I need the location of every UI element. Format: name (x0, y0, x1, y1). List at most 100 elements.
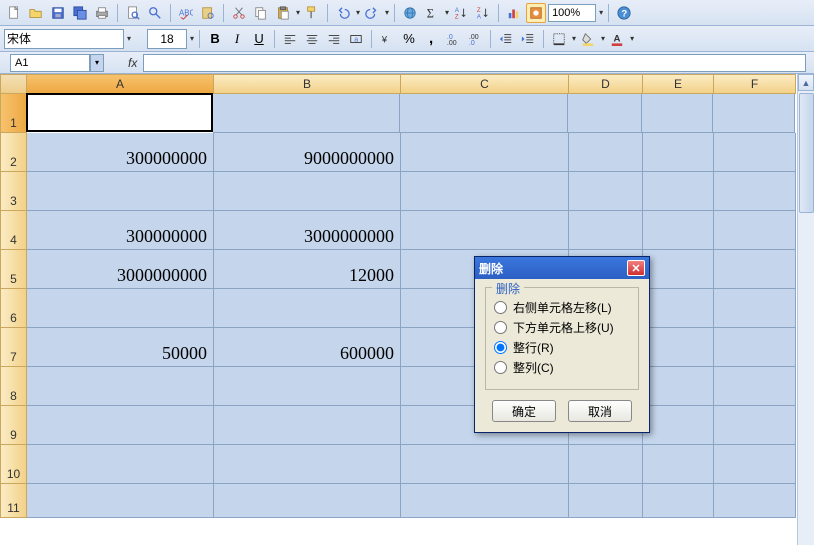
italic-icon[interactable]: I (227, 29, 247, 49)
row-header-7[interactable]: 7 (0, 328, 27, 367)
col-header-F[interactable]: F (714, 74, 796, 94)
cut-icon[interactable] (229, 3, 249, 23)
drawing-icon[interactable] (526, 3, 546, 23)
borders-dropdown[interactable]: ▾ (572, 34, 576, 43)
cell-F11[interactable] (714, 484, 796, 518)
cell-C1[interactable] (400, 94, 568, 133)
cell-F10[interactable] (714, 445, 796, 484)
hyperlink-icon[interactable] (400, 3, 420, 23)
radio-shift-left[interactable]: 右侧单元格左移(L) (494, 299, 630, 316)
cell-A11[interactable] (27, 484, 214, 518)
percent-icon[interactable]: % (399, 29, 419, 49)
scroll-thumb[interactable] (799, 93, 814, 213)
font-size-select[interactable] (147, 29, 187, 49)
save-icon[interactable] (48, 3, 68, 23)
row-header-5[interactable]: 5 (0, 250, 27, 289)
cell-D3[interactable] (569, 172, 643, 211)
cell-E2[interactable] (643, 133, 714, 172)
radio-entire-col-input[interactable] (494, 361, 507, 374)
cell-F8[interactable] (714, 367, 796, 406)
radio-shift-up[interactable]: 下方单元格上移(U) (494, 319, 630, 336)
comma-icon[interactable]: , (421, 29, 441, 49)
name-box[interactable]: A1 (10, 54, 90, 72)
cell-B2[interactable]: 9000000000 (214, 133, 401, 172)
paste-dropdown[interactable]: ▾ (296, 8, 300, 17)
copy-icon[interactable] (251, 3, 271, 23)
row-header-11[interactable]: 11 (0, 484, 27, 518)
cell-A4[interactable]: 300000000 (27, 211, 214, 250)
autosum-icon[interactable]: Σ (422, 3, 442, 23)
font-color-icon[interactable]: A (607, 29, 627, 49)
col-header-E[interactable]: E (643, 74, 714, 94)
cell-F2[interactable] (714, 133, 796, 172)
align-center-icon[interactable] (302, 29, 322, 49)
currency-icon[interactable]: ¥ (377, 29, 397, 49)
zoom-dropdown[interactable]: ▾ (599, 8, 603, 17)
align-left-icon[interactable] (280, 29, 300, 49)
cell-A2[interactable]: 300000000 (27, 133, 214, 172)
fx-icon[interactable]: fx (128, 56, 137, 70)
redo-dropdown[interactable]: ▾ (385, 8, 389, 17)
sort-asc-icon[interactable]: AZ (451, 3, 471, 23)
cell-C3[interactable] (401, 172, 569, 211)
research-icon[interactable] (198, 3, 218, 23)
bold-icon[interactable]: B (205, 29, 225, 49)
undo-dropdown[interactable]: ▾ (356, 8, 360, 17)
dialog-titlebar[interactable]: 删除 ✕ (475, 257, 649, 279)
close-icon[interactable]: ✕ (627, 260, 645, 276)
align-right-icon[interactable] (324, 29, 344, 49)
radio-entire-col[interactable]: 整列(C) (494, 359, 630, 376)
cell-E4[interactable] (643, 211, 714, 250)
sort-desc-icon[interactable]: ZA (473, 3, 493, 23)
paste-icon[interactable] (273, 3, 293, 23)
row-header-3[interactable]: 3 (0, 172, 27, 211)
zoom-box[interactable]: 100% (548, 4, 596, 22)
row-header-8[interactable]: 8 (0, 367, 27, 406)
cell-F3[interactable] (714, 172, 796, 211)
cell-B5[interactable]: 12000 (214, 250, 401, 289)
cell-B4[interactable]: 3000000000 (214, 211, 401, 250)
font-size-dropdown[interactable]: ▾ (190, 34, 194, 43)
scroll-up-button[interactable]: ▲ (798, 74, 814, 91)
radio-shift-up-input[interactable] (494, 321, 507, 334)
radio-entire-row[interactable]: 整行(R) (494, 339, 630, 356)
cell-B11[interactable] (214, 484, 401, 518)
cell-C4[interactable] (401, 211, 569, 250)
cell-B9[interactable] (214, 406, 401, 445)
chart-icon[interactable] (504, 3, 524, 23)
cell-E10[interactable] (643, 445, 714, 484)
cell-B3[interactable] (214, 172, 401, 211)
cell-C2[interactable] (401, 133, 569, 172)
vertical-scrollbar[interactable]: ▲ (797, 74, 814, 545)
row-header-6[interactable]: 6 (0, 289, 27, 328)
col-header-D[interactable]: D (569, 74, 643, 94)
cell-B8[interactable] (214, 367, 401, 406)
radio-shift-left-input[interactable] (494, 301, 507, 314)
cell-E5[interactable] (643, 250, 714, 289)
fill-color-icon[interactable] (578, 29, 598, 49)
cell-D2[interactable] (569, 133, 643, 172)
cell-B7[interactable]: 600000 (214, 328, 401, 367)
cell-F6[interactable] (714, 289, 796, 328)
cell-F5[interactable] (714, 250, 796, 289)
row-header-9[interactable]: 9 (0, 406, 27, 445)
cell-F4[interactable] (714, 211, 796, 250)
cell-E3[interactable] (643, 172, 714, 211)
decrease-decimal-icon[interactable]: .00.0 (465, 29, 485, 49)
increase-decimal-icon[interactable]: .0.00 (443, 29, 463, 49)
cell-A9[interactable] (27, 406, 214, 445)
cell-B1[interactable] (213, 94, 400, 133)
help-icon[interactable]: ? (614, 3, 634, 23)
cell-D11[interactable] (569, 484, 643, 518)
select-all-corner[interactable] (0, 74, 27, 94)
increase-indent-icon[interactable] (518, 29, 538, 49)
borders-icon[interactable] (549, 29, 569, 49)
col-header-A[interactable]: A (27, 74, 214, 94)
font-color-dropdown[interactable]: ▾ (630, 34, 634, 43)
cell-E11[interactable] (643, 484, 714, 518)
print-icon[interactable] (92, 3, 112, 23)
cell-A8[interactable] (27, 367, 214, 406)
radio-entire-row-input[interactable] (494, 341, 507, 354)
cell-A5[interactable]: 3000000000 (27, 250, 214, 289)
cell-B6[interactable] (214, 289, 401, 328)
